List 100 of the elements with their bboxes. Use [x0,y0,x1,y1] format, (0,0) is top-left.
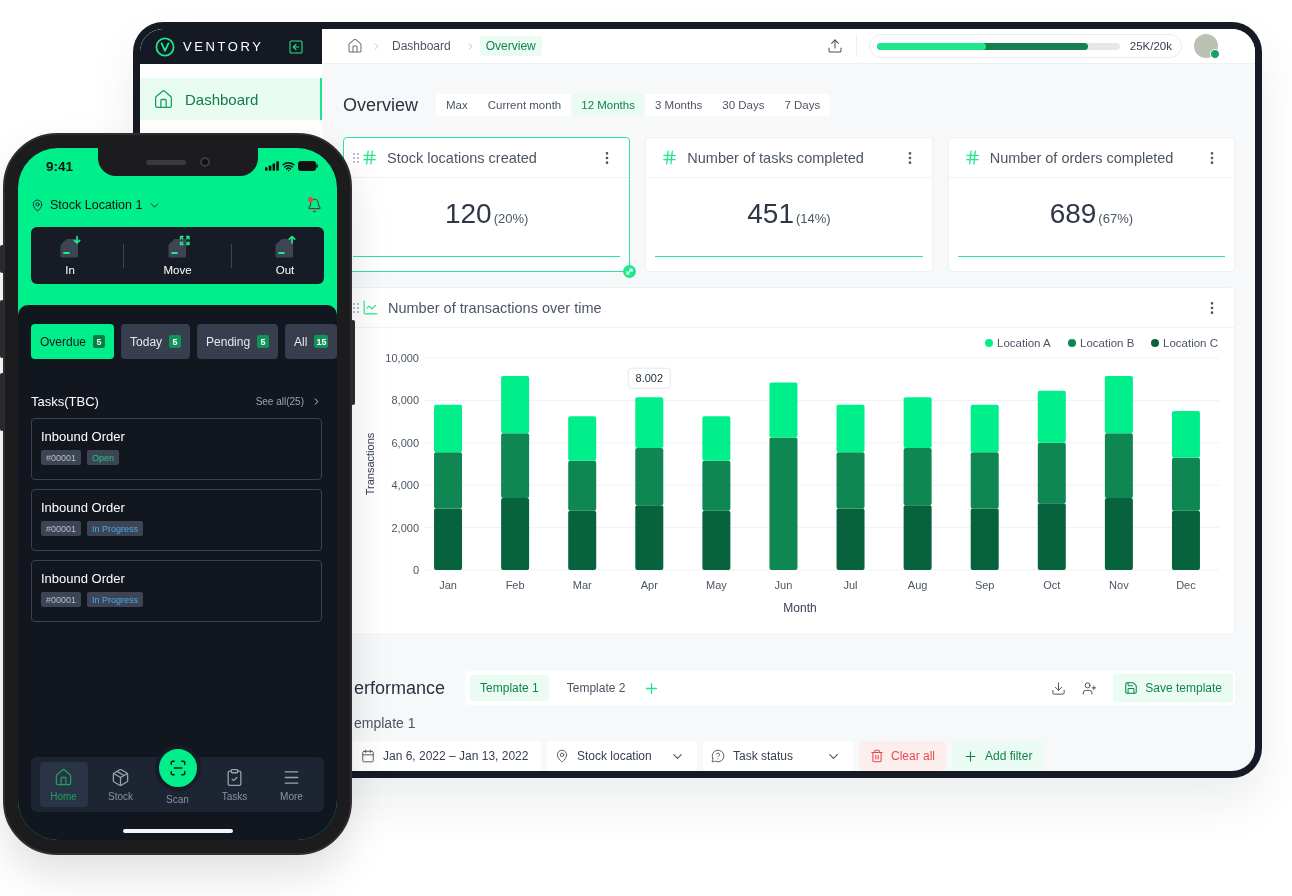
nav-item[interactable]: Scan [153,745,202,812]
period-tab[interactable]: 3 Months [644,94,713,116]
page-title: Overview [343,94,418,116]
chart-bar [1171,457,1200,511]
filter-chip[interactable]: All 15 [285,324,337,359]
chart-bar [635,397,664,449]
map-pin-icon [31,198,44,212]
axis-tick-label: Oct [1043,579,1061,591]
chip-label: Pending [206,334,251,349]
location-select[interactable]: Stock location [547,741,697,771]
task-card[interactable]: Inbound Order #00001 In Progress [31,489,322,551]
date-range-field[interactable]: Jan 6, 2022 – Jan 13, 2022 [353,741,541,771]
clipboard-check-icon [225,767,244,787]
card-title: Number of transactions over time [388,299,603,316]
period-tab[interactable]: 12 Months [571,94,645,116]
stat-value: 451 [747,198,794,230]
chart-bar [635,448,664,506]
chart-bar [434,508,463,570]
chart-bar [501,376,530,434]
avatar-placeholder[interactable] [1194,34,1218,58]
logo-icon [155,36,175,57]
breadcrumb-link[interactable]: Dashboard [386,36,457,56]
bell-icon[interactable] [307,197,322,213]
add-filter-button[interactable]: Add filter [952,741,1044,771]
axis-tick-label: Aug [907,579,928,591]
breadcrumb-link[interactable]: Overview [479,36,542,56]
card-title: Number of orders completed [989,149,1175,166]
home-icon [54,767,73,787]
sidebar-item[interactable]: Dashboard [140,78,322,120]
download-icon[interactable] [1051,680,1067,696]
box-arrow-down-icon [58,235,82,259]
filter-chip[interactable]: Pending 5 [197,324,279,359]
card-title: Number of tasks completed [687,149,865,166]
period-tab[interactable]: Max [436,94,478,116]
task-card[interactable]: Inbound Order #00001 In Progress [31,560,322,622]
chart-bar [1037,442,1066,504]
axis-tick-label: Feb [505,579,525,591]
chip-label: Overdue [40,334,87,349]
chip-label: All [294,334,308,349]
period-tab[interactable]: 30 Days [712,94,775,116]
see-all-link[interactable]: See all(25) [255,395,322,407]
chart-bar [970,452,999,509]
quick-action-button[interactable]: In [40,235,100,276]
chart-bar [702,460,731,511]
chart-bar [1104,376,1133,434]
quick-action-button[interactable]: Move [147,235,208,276]
filter-chip[interactable]: Today 5 [121,324,191,359]
order-number-tag: #00001 [41,521,82,536]
template-tab[interactable]: Template 1 [470,675,549,701]
axis-tick-label: 6,000 [391,436,419,449]
drag-handle-icon[interactable] [353,303,359,313]
nav-item[interactable]: Stock [96,762,145,807]
chart-bar [836,508,865,570]
location-selector[interactable]: Stock Location 1 [31,198,162,212]
collapse-sidebar-icon[interactable] [288,38,304,55]
card-title: Stock locations created [387,149,538,166]
task-title: Inbound Order [41,571,126,586]
nav-item[interactable]: Tasks [210,762,259,807]
map-pin-icon [555,749,569,763]
legend-label: Location C [1163,337,1218,349]
chart-bar [970,404,999,453]
status-tag: Open [87,450,120,465]
status-tag: In Progress [87,521,144,536]
line-chart-icon [362,299,379,316]
axis-tick-label: Nov [1109,579,1129,591]
signal-icon [265,161,279,171]
axis-tick-label: Jan [439,579,457,591]
filter-chip[interactable]: Overdue 5 [31,324,115,359]
period-tab[interactable]: 7 Days [774,94,831,116]
status-tag: In Progress [87,592,144,607]
axis-tick-label: Dec [1176,579,1196,591]
quick-action-button[interactable]: Out [255,235,315,276]
axis-tick-label: 8,000 [391,394,419,407]
axis-title: Transactions [364,432,376,496]
chat-question-icon [711,749,725,763]
task-card[interactable]: Inbound Order #00001 Open [31,418,322,480]
stat-value: 689 [1049,198,1097,230]
save-icon [1124,681,1139,695]
clear-all-button[interactable]: Clear all [859,741,946,771]
axis-tick-label: Sep [974,579,995,591]
template-tab[interactable]: Template 2 [556,675,636,701]
upload-icon[interactable] [826,38,843,54]
save-template-button[interactable]: Save template [1113,674,1233,702]
chart-tooltip: 8.002 [627,367,671,389]
axis-tick-label: 2,000 [391,521,419,534]
user-plus-icon[interactable] [1082,680,1098,696]
drag-handle-icon[interactable] [353,153,359,163]
badge-icon [1210,49,1220,59]
axis-tick-label: 0 [412,564,419,576]
status-select[interactable]: Task status [703,741,853,771]
calendar-icon [361,749,375,763]
nav-item[interactable]: Home [39,762,88,807]
resize-handle-icon[interactable] [623,265,637,278]
home-icon[interactable] [347,38,363,54]
nav-item[interactable]: More [267,762,316,807]
chart-bar [903,505,932,570]
hash-icon [661,149,679,166]
period-tab[interactable]: Current month [477,94,572,116]
trash-icon [870,749,884,763]
template-name: emplate 1 [353,714,417,732]
